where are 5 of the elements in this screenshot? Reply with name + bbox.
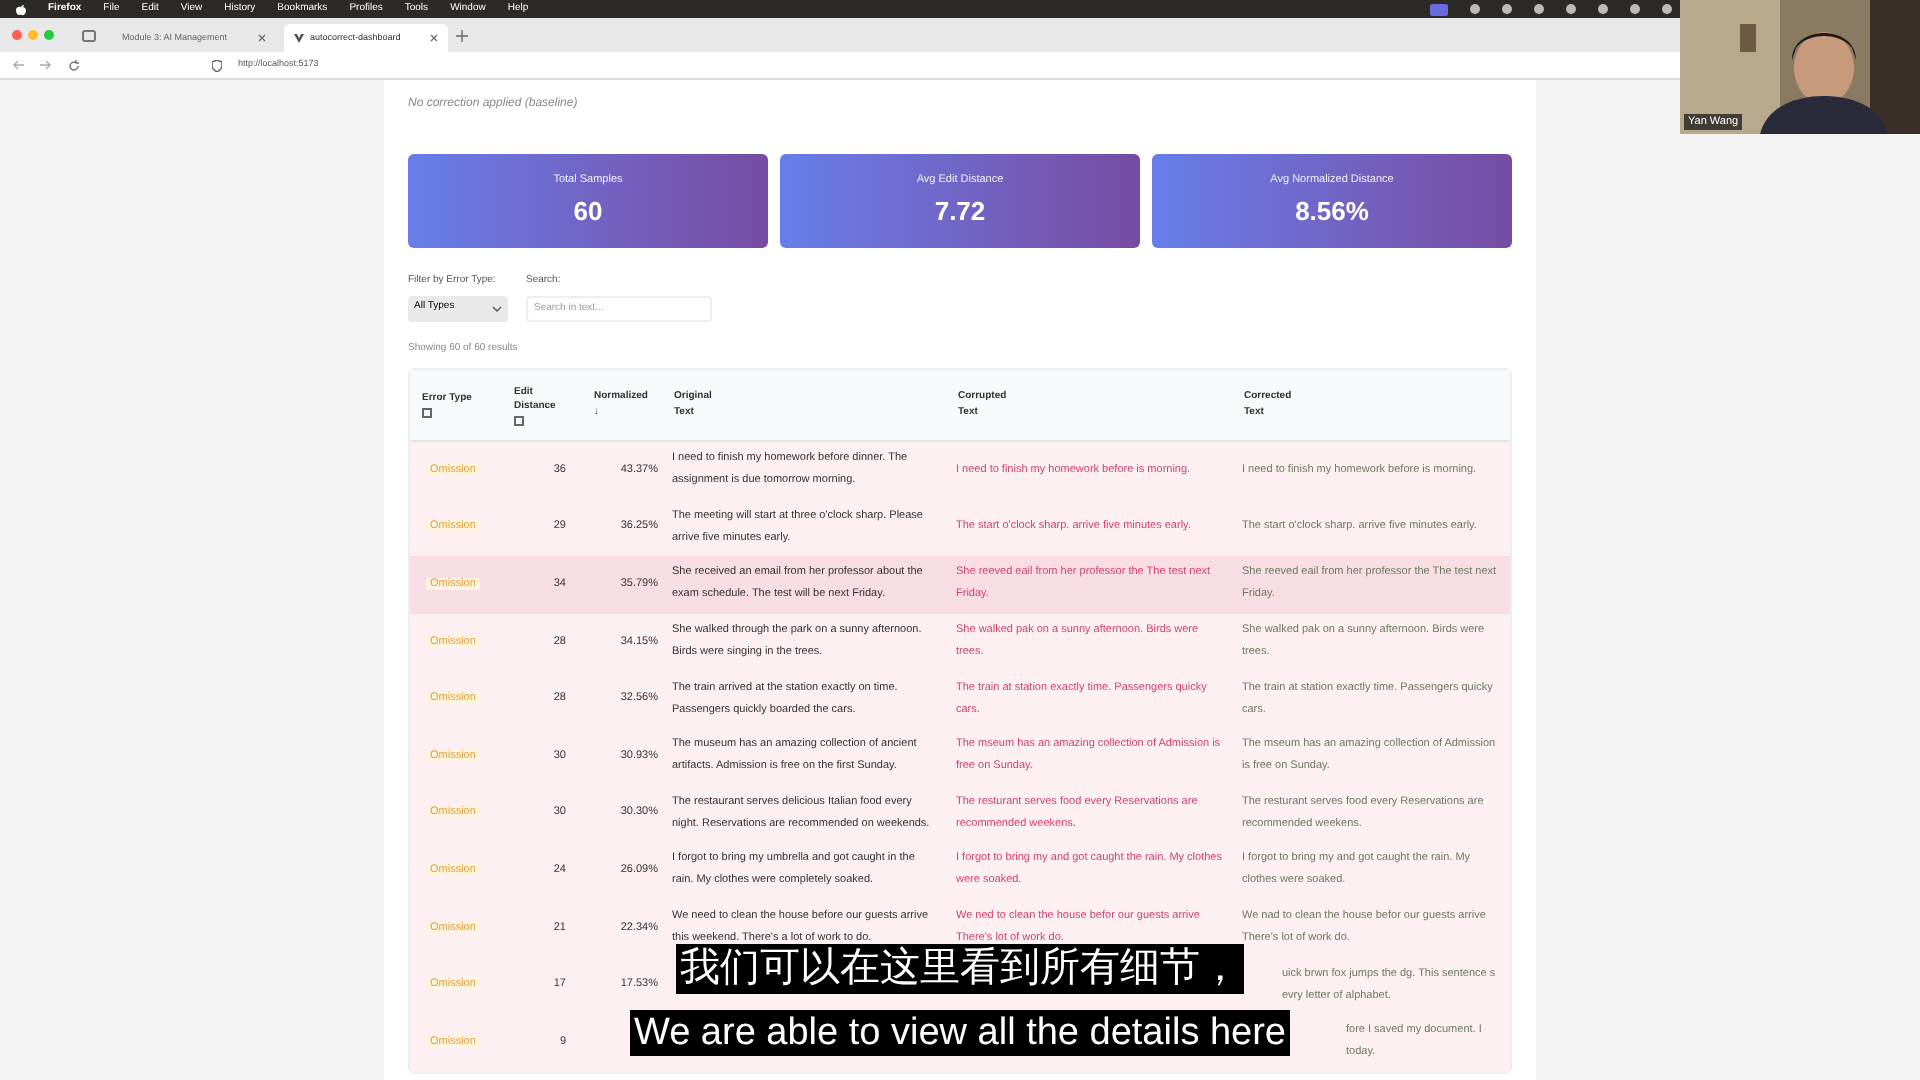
caption-toast: 我们可以在这里看到所有细节， — [676, 944, 1244, 994]
stat-value: 7.72 — [934, 193, 986, 230]
stat-value: 8.56% — [1295, 193, 1369, 230]
caption-toast: We are able to view all the details here — [630, 1010, 1290, 1056]
stat-value: 60 — [573, 193, 603, 230]
